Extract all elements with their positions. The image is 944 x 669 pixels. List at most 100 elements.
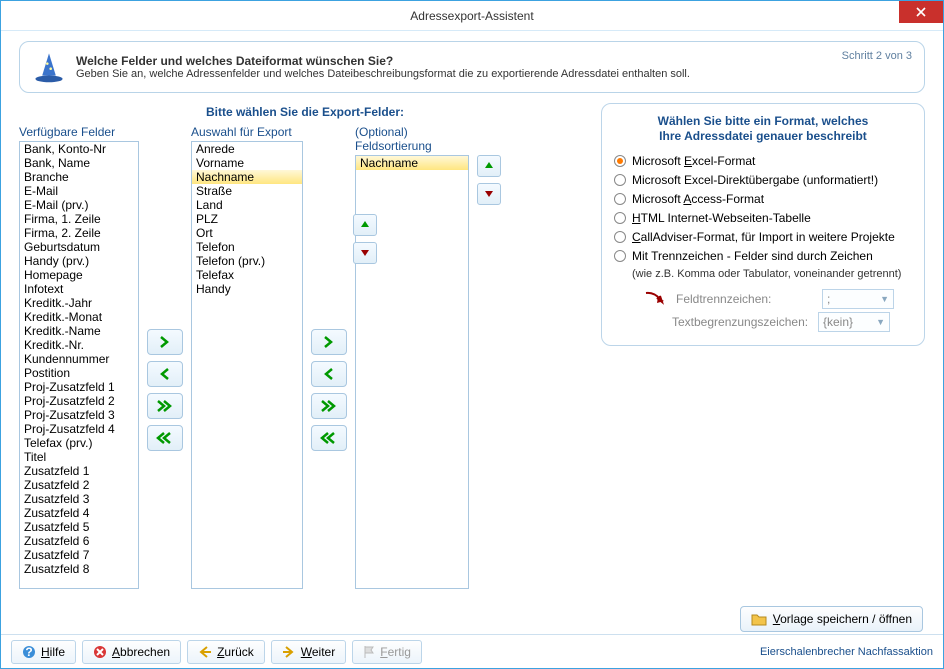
list-item[interactable]: Kreditk.-Monat (20, 310, 138, 324)
radio-icon (614, 193, 626, 205)
list-item[interactable]: Telefax (prv.) (20, 436, 138, 450)
export-list[interactable]: AnredeVornameNachnameStraßeLandPLZOrtTel… (191, 141, 303, 589)
format-panel: Wählen Sie bitte ein Format, welches Ihr… (601, 103, 925, 346)
list-item[interactable]: Zusatzfeld 4 (20, 506, 138, 520)
cancel-label: Abbrechen (112, 645, 170, 659)
titlebar: Adressexport-Assistent (1, 1, 943, 31)
cancel-button[interactable]: Abbrechen (82, 640, 181, 664)
back-button[interactable]: Zurück (187, 640, 265, 664)
list-item[interactable]: Zusatzfeld 1 (20, 464, 138, 478)
step-indicator: Schritt 2 von 3 (842, 50, 912, 62)
sort-up-button[interactable] (477, 155, 501, 177)
list-item[interactable]: Postition (20, 366, 138, 380)
save-template-button[interactable]: Vorlage speichern / öffnen (740, 606, 923, 632)
list-item[interactable]: Infotext (20, 282, 138, 296)
list-item[interactable]: Nachname (192, 170, 302, 184)
add-sort-button[interactable] (311, 329, 347, 355)
main-row: Bitte wählen Sie die Export-Felder: Verf… (19, 103, 925, 634)
list-item[interactable]: Zusatzfeld 7 (20, 548, 138, 562)
list-item[interactable]: Straße (192, 184, 302, 198)
list-item[interactable]: Telefax (192, 268, 302, 282)
format-option-label: HTML Internet-Webseiten-Tabelle (632, 211, 811, 225)
list-item[interactable]: Telefon (prv.) (192, 254, 302, 268)
list-item[interactable]: Kundennummer (20, 352, 138, 366)
transfer-buttons-1 (147, 125, 183, 634)
list-item[interactable]: Telefon (192, 240, 302, 254)
arrow-up-icon (360, 220, 370, 230)
list-item[interactable]: Firma, 1. Zeile (20, 212, 138, 226)
list-item[interactable]: Vorname (192, 156, 302, 170)
list-item[interactable]: Kreditk.-Nr. (20, 338, 138, 352)
save-template-row: Vorlage speichern / öffnen (601, 606, 923, 632)
format-option[interactable]: Microsoft Access-Format (614, 192, 912, 206)
format-option[interactable]: HTML Internet-Webseiten-Tabelle (614, 211, 912, 225)
available-list[interactable]: Bank, Konto-NrBank, NameBrancheE-MailE-M… (19, 141, 139, 589)
add-all-sort-button[interactable] (311, 393, 347, 419)
list-item[interactable]: Zusatzfeld 3 (20, 492, 138, 506)
fields-heading: Bitte wählen Sie die Export-Felder: (19, 105, 591, 119)
next-button[interactable]: Weiter (271, 640, 346, 664)
list-item[interactable]: E-Mail (prv.) (20, 198, 138, 212)
list-item[interactable]: Zusatzfeld 5 (20, 520, 138, 534)
list-item[interactable]: Titel (20, 450, 138, 464)
arrow-left-icon (198, 646, 212, 658)
help-button[interactable]: ? Hilfe (11, 640, 76, 664)
available-label: Verfügbare Felder (19, 125, 139, 139)
format-radio-group: Microsoft Excel-Format Microsoft Excel-Di… (614, 154, 912, 263)
list-item[interactable]: Homepage (20, 268, 138, 282)
transfer-buttons-2 (311, 125, 347, 634)
list-item[interactable]: Proj-Zusatzfeld 1 (20, 380, 138, 394)
remove-all-button[interactable] (147, 425, 183, 451)
sort-label: Feldsortierung (355, 139, 501, 153)
svg-text:?: ? (25, 645, 32, 659)
list-item[interactable]: Proj-Zusatzfeld 4 (20, 422, 138, 436)
double-chevron-left-icon (156, 432, 174, 444)
folder-icon (751, 612, 767, 626)
format-option[interactable]: Microsoft Excel-Format (614, 154, 912, 168)
next-label: Weiter (301, 645, 335, 659)
list-item[interactable]: Ort (192, 226, 302, 240)
export-up-button[interactable] (353, 214, 377, 236)
bottom-toolbar: ? Hilfe Abbrechen Zurück Weiter Fertig E… (1, 634, 943, 668)
export-down-button[interactable] (353, 242, 377, 264)
field-sep-combo[interactable]: ;▼ (822, 289, 894, 309)
format-option[interactable]: Microsoft Excel-Direktübergabe (unformat… (614, 173, 912, 187)
format-option-label: Mit Trennzeichen - Felder sind durch Zei… (632, 249, 873, 263)
export-label: Auswahl für Export (191, 125, 303, 139)
list-item[interactable]: Nachname (356, 156, 468, 170)
list-item[interactable]: Zusatzfeld 6 (20, 534, 138, 548)
list-item[interactable]: Zusatzfeld 8 (20, 562, 138, 576)
list-item[interactable]: Kreditk.-Jahr (20, 296, 138, 310)
wizard-window: Adressexport-Assistent Welche Felder und… (0, 0, 944, 669)
list-item[interactable]: Branche (20, 170, 138, 184)
remove-button[interactable] (147, 361, 183, 387)
list-item[interactable]: Land (192, 198, 302, 212)
format-option[interactable]: CallAdviser-Format, für Import in weiter… (614, 230, 912, 244)
list-item[interactable]: Bank, Konto-Nr (20, 142, 138, 156)
list-item[interactable]: Bank, Name (20, 156, 138, 170)
list-item[interactable]: Geburtsdatum (20, 240, 138, 254)
sort-down-button[interactable] (477, 183, 501, 205)
add-all-button[interactable] (147, 393, 183, 419)
list-item[interactable]: Handy (prv.) (20, 254, 138, 268)
close-button[interactable] (899, 1, 943, 23)
remove-sort-button[interactable] (311, 361, 347, 387)
list-item[interactable]: Firma, 2. Zeile (20, 226, 138, 240)
remove-all-sort-button[interactable] (311, 425, 347, 451)
list-item[interactable]: Zusatzfeld 2 (20, 478, 138, 492)
list-item[interactable]: Kreditk.-Name (20, 324, 138, 338)
list-item[interactable]: Handy (192, 282, 302, 296)
format-option-label: Microsoft Access-Format (632, 192, 764, 206)
list-item[interactable]: Proj-Zusatzfeld 3 (20, 408, 138, 422)
list-item[interactable]: E-Mail (20, 184, 138, 198)
format-option-label: Microsoft Excel-Direktübergabe (unformat… (632, 173, 878, 187)
format-option-label: Microsoft Excel-Format (632, 154, 755, 168)
list-item[interactable]: PLZ (192, 212, 302, 226)
text-delim-combo[interactable]: {kein}▼ (818, 312, 890, 332)
add-button[interactable] (147, 329, 183, 355)
finish-button[interactable]: Fertig (352, 640, 422, 664)
flag-icon (363, 645, 375, 659)
list-item[interactable]: Anrede (192, 142, 302, 156)
format-option[interactable]: Mit Trennzeichen - Felder sind durch Zei… (614, 249, 912, 263)
list-item[interactable]: Proj-Zusatzfeld 2 (20, 394, 138, 408)
